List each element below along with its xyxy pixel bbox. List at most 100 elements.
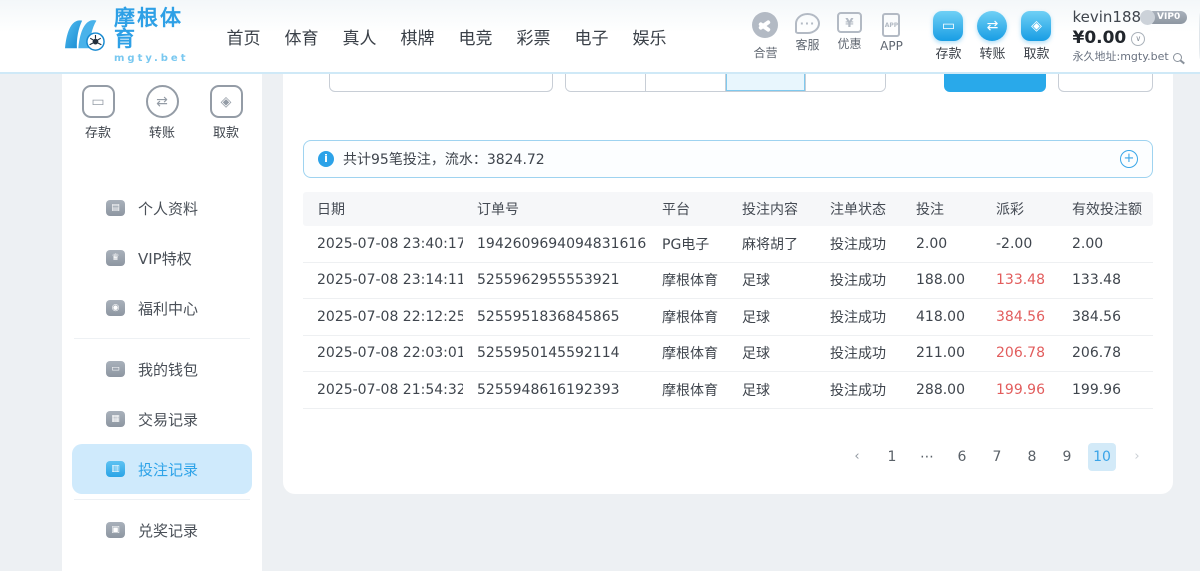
username[interactable]: kevin188 xyxy=(1072,8,1141,27)
nav-board-games[interactable]: 棋牌 xyxy=(388,24,446,49)
coupon-yuan-icon: ¥ xyxy=(837,12,862,33)
sidebar-withdraw-button[interactable]: ◈ 取款 xyxy=(202,85,250,141)
sidebar-deposit-button[interactable]: ▭ 存款 xyxy=(74,85,122,141)
vip-badge[interactable]: VIP0 xyxy=(1147,11,1187,24)
pagination: ‹ 1 ⋯ 6 7 8 9 10 › xyxy=(303,443,1153,471)
sidebar-item-transactions[interactable]: ▦ 交易记录 xyxy=(62,394,262,444)
promotions-button[interactable]: ¥ 优惠 xyxy=(828,12,870,61)
withdraw-button[interactable]: ◈ 取款 xyxy=(1014,11,1058,62)
sidebar-item-welfare[interactable]: ◉ 福利中心 xyxy=(62,283,262,333)
sidebar-divider xyxy=(74,338,250,339)
deposit-button[interactable]: ▭ 存款 xyxy=(926,11,970,62)
partnership-button[interactable]: 合营 xyxy=(744,12,786,61)
page-10-active[interactable]: 10 xyxy=(1088,443,1116,471)
sidebar-item-label: 投注记录 xyxy=(138,459,198,480)
site-logo[interactable]: 摩根体育 mgty.bet xyxy=(62,8,188,64)
main-nav: 首页 体育 真人 棋牌 电竞 彩票 电子 娱乐 xyxy=(214,24,678,49)
logo-subtitle: mgty.bet xyxy=(114,54,188,64)
nav-home[interactable]: 首页 xyxy=(214,24,272,49)
transfer-button[interactable]: ⇄ 转账 xyxy=(970,11,1014,62)
page-9[interactable]: 9 xyxy=(1053,443,1081,471)
customer-service-icon: ··· xyxy=(795,13,820,34)
sidebar-quick-actions: ▭ 存款 ⇄ 转账 ◈ 取款 xyxy=(62,74,262,141)
search-icon[interactable] xyxy=(1173,53,1182,62)
page-7[interactable]: 7 xyxy=(983,443,1011,471)
col-payout: 派彩 xyxy=(982,199,1058,219)
cell-date: 2025-07-08 23:14:11 xyxy=(303,272,463,288)
customer-service-label: 客服 xyxy=(786,36,828,53)
col-content: 投注内容 xyxy=(728,199,816,219)
top-header: 摩根体育 mgty.bet 首页 体育 真人 棋牌 电竞 彩票 电子 娱乐 合营… xyxy=(0,0,1200,74)
sidebar-transfer-button[interactable]: ⇄ 转账 xyxy=(138,85,186,141)
table-row: 2025-07-08 23:40:17 1942609694094831616 … xyxy=(303,226,1153,263)
search-button[interactable] xyxy=(944,74,1046,92)
cell-valid-amount: 133.48 xyxy=(1058,272,1153,288)
sidebar-item-label: 福利中心 xyxy=(138,298,198,319)
page-8[interactable]: 8 xyxy=(1018,443,1046,471)
vip-crown-icon: ♛ xyxy=(106,250,125,266)
transaction-record-icon: ▦ xyxy=(106,411,125,427)
date-segment-2[interactable] xyxy=(645,74,725,91)
sidebar-item-redeem-records[interactable]: ▣ 兑奖记录 xyxy=(62,505,262,555)
cell-bet: 288.00 xyxy=(902,382,982,398)
redeem-record-icon: ▣ xyxy=(106,522,125,538)
user-info-block: kevin188 VIP0 ¥0.00 ∨ 永久地址:mgty.bet xyxy=(1072,8,1187,64)
nav-lottery[interactable]: 彩票 xyxy=(504,24,562,49)
col-order-no: 订单号 xyxy=(463,199,648,219)
sidebar-item-profile[interactable]: ▤ 个人资料 xyxy=(62,183,262,233)
col-platform: 平台 xyxy=(648,199,728,219)
date-segment-3-selected[interactable] xyxy=(725,74,805,91)
promotions-label: 优惠 xyxy=(828,35,870,52)
sidebar-item-label: 我的钱包 xyxy=(138,359,198,380)
sidebar-item-vip[interactable]: ♛ VIP特权 xyxy=(62,233,262,283)
customer-service-button[interactable]: ··· 客服 xyxy=(786,12,828,61)
filter-select-input[interactable] xyxy=(329,74,553,92)
chevron-down-icon[interactable]: ∨ xyxy=(1131,32,1145,46)
cell-platform: 摩根体育 xyxy=(648,343,728,363)
cell-platform: 摩根体育 xyxy=(648,270,728,290)
sidebar-item-bet-records[interactable]: ▥ 投注记录 xyxy=(72,444,252,494)
nav-live-casino[interactable]: 真人 xyxy=(330,24,388,49)
logo-icon xyxy=(62,14,108,58)
sidebar-item-label: 个人资料 xyxy=(138,198,198,219)
col-date: 日期 xyxy=(303,199,463,219)
cell-bet: 188.00 xyxy=(902,272,982,288)
cell-order-no: 5255951836845865 xyxy=(463,309,648,325)
reset-button[interactable] xyxy=(1058,74,1153,92)
deposit-icon: ▭ xyxy=(933,11,963,41)
withdraw-label: 取款 xyxy=(1014,43,1058,62)
bet-records-table: 日期 订单号 平台 投注内容 注单状态 投注 派彩 有效投注额 2025-07-… xyxy=(303,192,1153,409)
page-ellipsis[interactable]: ⋯ xyxy=(913,443,941,471)
transfer-label: 转账 xyxy=(970,43,1014,62)
next-page-icon[interactable]: › xyxy=(1123,443,1151,471)
date-segment-4[interactable] xyxy=(805,74,885,91)
date-segment-1[interactable] xyxy=(566,74,646,91)
col-valid-amount: 有效投注额 xyxy=(1058,199,1153,219)
cell-payout: 133.48 xyxy=(982,272,1058,288)
table-row: 2025-07-08 22:03:01 5255950145592114 摩根体… xyxy=(303,336,1153,373)
cell-valid-amount: 384.56 xyxy=(1058,309,1153,325)
table-row: 2025-07-08 22:12:25 5255951836845865 摩根体… xyxy=(303,299,1153,336)
nav-esports[interactable]: 电竞 xyxy=(446,24,504,49)
nav-sports[interactable]: 体育 xyxy=(272,24,330,49)
prev-page-icon[interactable]: ‹ xyxy=(843,443,871,471)
sidebar-withdraw-label: 取款 xyxy=(202,122,250,141)
balance-amount[interactable]: ¥0.00 xyxy=(1072,28,1126,49)
cell-payout: 206.78 xyxy=(982,345,1058,361)
app-download-button[interactable]: APP APP xyxy=(870,12,912,61)
plus-circle-icon[interactable]: + xyxy=(1120,150,1138,168)
page-6[interactable]: 6 xyxy=(948,443,976,471)
app-download-icon: APP xyxy=(882,13,900,37)
sidebar-deposit-label: 存款 xyxy=(74,122,122,141)
nav-slots[interactable]: 电子 xyxy=(562,24,620,49)
partnership-label: 合营 xyxy=(744,44,786,61)
sidebar-item-wallet[interactable]: ▭ 我的钱包 xyxy=(62,344,262,394)
cell-date: 2025-07-08 22:12:25 xyxy=(303,309,463,325)
filter-form-row xyxy=(303,74,1153,92)
page-1[interactable]: 1 xyxy=(878,443,906,471)
cell-bet: 418.00 xyxy=(902,309,982,325)
cell-content: 足球 xyxy=(728,380,816,400)
profile-icon: ▤ xyxy=(106,200,125,216)
nav-entertainment[interactable]: 娱乐 xyxy=(620,24,678,49)
table-header-row: 日期 订单号 平台 投注内容 注单状态 投注 派彩 有效投注额 xyxy=(303,192,1153,226)
